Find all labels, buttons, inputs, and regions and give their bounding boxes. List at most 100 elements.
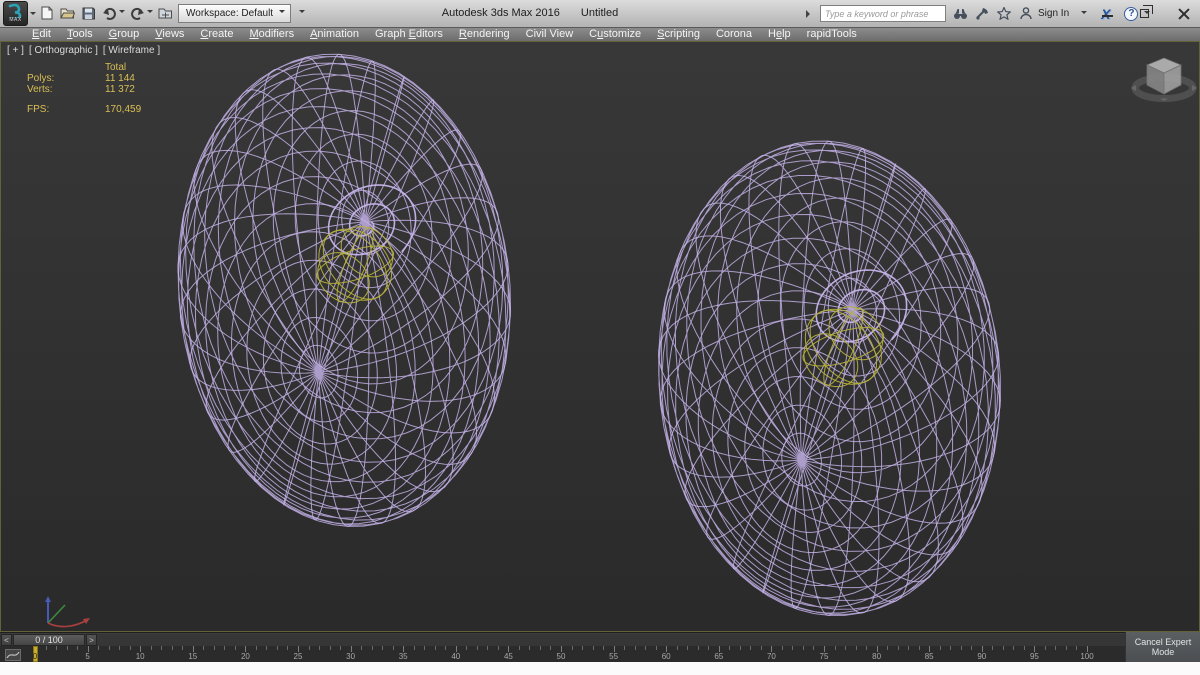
viewport[interactable]: [ + ] [ Orthographic ] [ Wireframe ] Tot… [0, 41, 1200, 632]
viewport-general-menu[interactable]: [ + ] [7, 45, 24, 56]
ruler-label: 85 [925, 652, 934, 661]
search-input[interactable] [820, 5, 946, 22]
menu-item-help[interactable]: Help [760, 28, 799, 41]
egg-object-1[interactable] [159, 42, 530, 540]
menu-item-views[interactable]: Views [147, 28, 192, 41]
menu-item-corona[interactable]: Corona [708, 28, 760, 41]
next-frame-button[interactable]: > [86, 634, 97, 646]
3dsmax-application-button[interactable]: MAX [3, 1, 28, 26]
menu-item-tools[interactable]: Tools [59, 28, 101, 41]
ruler-label: 30 [346, 652, 355, 661]
search-binoculars-icon[interactable] [952, 6, 968, 22]
ruler-tick [1003, 646, 1004, 650]
ruler-tick [498, 646, 499, 650]
mini-curve-editor-icon[interactable] [5, 648, 21, 660]
ruler-label: 5 [85, 652, 89, 661]
app-menu-caret-icon[interactable] [30, 12, 36, 18]
viewcube-cube[interactable] [1147, 58, 1181, 94]
menu-bar: EditToolsGroupViewsCreateModifiersAnimat… [0, 27, 1200, 41]
ruler-tick [435, 646, 436, 650]
viewcube[interactable] [1124, 44, 1200, 120]
ruler-tick [656, 646, 657, 650]
logo-max-label: MAX [4, 18, 27, 23]
ruler-tick [224, 646, 225, 650]
cancel-expert-mode-button[interactable]: Cancel Expert Mode [1125, 632, 1200, 662]
ruler-label: 100 [1080, 652, 1093, 661]
ruler-tick [130, 646, 131, 650]
ruler-label: 20 [241, 652, 250, 661]
qat-customize-caret-icon[interactable] [299, 10, 305, 16]
favorites-star-icon[interactable] [996, 6, 1012, 22]
menu-item-rapidtools[interactable]: rapidTools [799, 28, 865, 41]
menu-item-create[interactable]: Create [192, 28, 241, 41]
redo-icon[interactable] [129, 5, 146, 22]
window-controls [1098, 0, 1194, 27]
minimize-button[interactable] [1098, 6, 1118, 22]
viewport-pov-menu[interactable]: [ Orthographic ] [29, 45, 98, 56]
window-title: Autodesk 3ds Max 2016 Untitled [380, 0, 680, 27]
ruler-tick [698, 646, 699, 650]
world-axis-icon [11, 592, 106, 632]
ruler-tick [67, 646, 68, 650]
sign-in-user-icon[interactable] [1018, 6, 1034, 22]
menu-item-rendering[interactable]: Rendering [451, 28, 518, 41]
project-folder-icon[interactable] [157, 5, 174, 22]
ruler-tick [729, 646, 730, 650]
ruler-tick [835, 646, 836, 650]
sign-in-caret-icon[interactable] [1081, 11, 1087, 17]
track-bar-ruler[interactable]: 0510152025303540455055606570758085909510… [0, 646, 1125, 662]
viewport-label: [ + ] [ Orthographic ] [ Wireframe ] [7, 45, 160, 56]
ruler-tick [677, 646, 678, 650]
save-icon[interactable] [80, 5, 97, 22]
ruler-tick [582, 646, 583, 650]
restore-button[interactable] [1136, 6, 1156, 22]
ruler-tick [151, 646, 152, 650]
menu-item-edit[interactable]: Edit [24, 28, 59, 41]
ruler-tick [214, 646, 215, 650]
menu-item-animation[interactable]: Animation [302, 28, 367, 41]
ruler-label: 35 [399, 652, 408, 661]
ruler-tick [424, 646, 425, 650]
close-button[interactable] [1174, 6, 1194, 22]
ruler-tick [550, 646, 551, 650]
ruler-tick [56, 646, 57, 650]
ruler-label: 15 [188, 652, 197, 661]
infocenter-collapse-arrow-icon[interactable] [806, 10, 814, 18]
time-slider-track[interactable] [0, 634, 1125, 646]
menu-item-graph-editors[interactable]: Graph Editors [367, 28, 451, 41]
sign-in-label[interactable]: Sign In [1038, 8, 1069, 19]
ruler-tick [740, 646, 741, 650]
viewport-shading-menu[interactable]: [ Wireframe ] [103, 45, 160, 56]
ruler-tick [477, 646, 478, 650]
egg-object-2[interactable] [643, 129, 1016, 627]
ruler-tick [119, 646, 120, 650]
menu-item-customize[interactable]: Customize [581, 28, 649, 41]
menu-item-scripting[interactable]: Scripting [649, 28, 708, 41]
bottom-strip [0, 662, 1200, 675]
time-slider-handle[interactable]: 0 / 100 [13, 634, 85, 646]
ruler-tick [961, 646, 962, 650]
menu-item-group[interactable]: Group [101, 28, 148, 41]
ruler-tick [908, 646, 909, 650]
open-file-icon[interactable] [59, 5, 76, 22]
undo-dropdown-caret-icon[interactable] [119, 10, 125, 16]
ruler-tick [603, 646, 604, 650]
ruler-tick [266, 646, 267, 650]
undo-icon[interactable] [101, 5, 118, 22]
workspace-dropdown[interactable]: Workspace: Default [178, 4, 291, 23]
menu-item-modifiers[interactable]: Modifiers [241, 28, 302, 41]
ruler-label: 95 [1030, 652, 1039, 661]
scene-canvas[interactable] [1, 42, 1199, 631]
ruler-tick [235, 646, 236, 650]
ruler-tick [1066, 646, 1067, 650]
redo-dropdown-caret-icon[interactable] [147, 10, 153, 16]
ruler-tick [856, 646, 857, 650]
communication-center-icon[interactable] [974, 6, 990, 22]
previous-frame-button[interactable]: < [1, 634, 12, 646]
menu-item-civil-view[interactable]: Civil View [518, 28, 581, 41]
egg-wireframe-longitudes [643, 131, 1016, 626]
new-scene-icon[interactable] [38, 5, 55, 22]
ruler-tick [708, 646, 709, 650]
ruler-tick [750, 646, 751, 650]
ruler-tick [635, 646, 636, 650]
